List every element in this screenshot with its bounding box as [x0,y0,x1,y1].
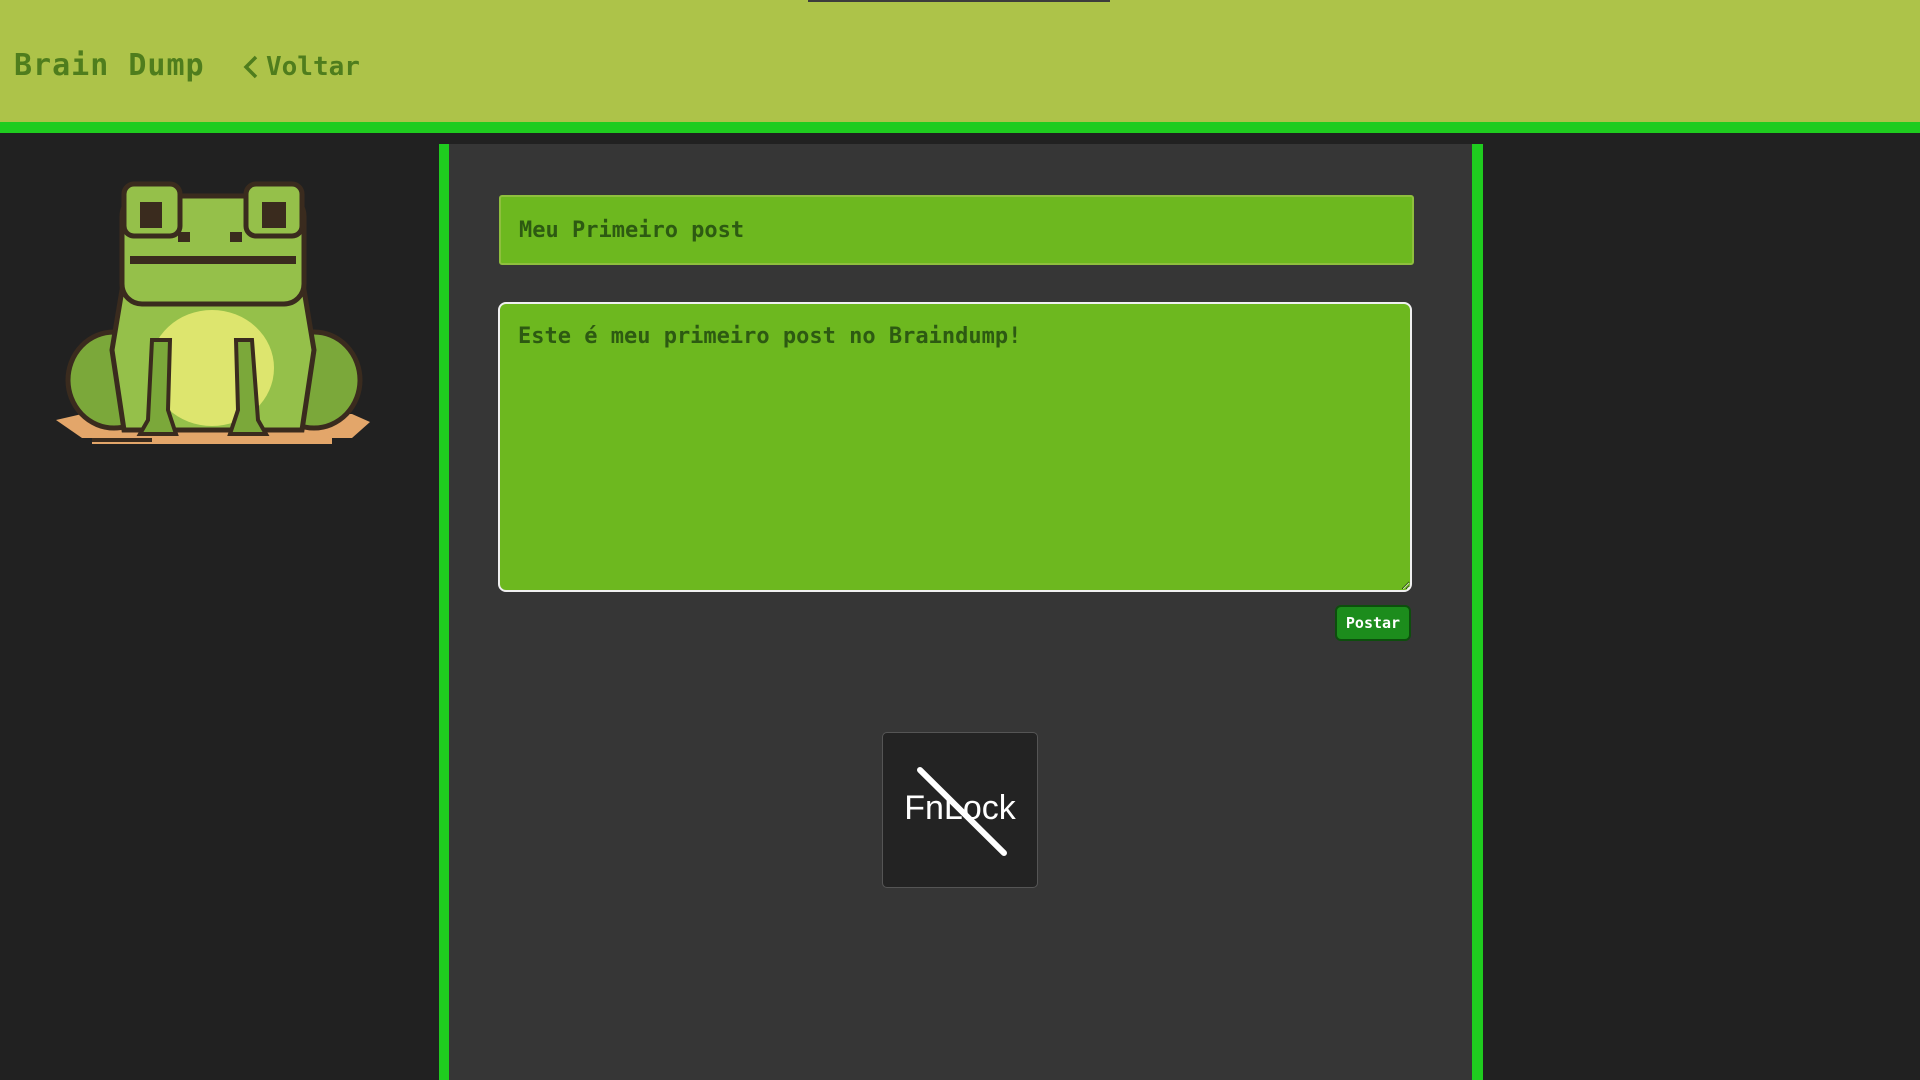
back-link[interactable]: Voltar [240,52,360,82]
top-scroll-indicator [808,0,1110,2]
frog-mascot-image [56,181,370,444]
chevron-left-icon [243,55,258,79]
main-content [449,144,1472,1080]
right-sidebar [1483,144,1920,1080]
post-title-input[interactable] [499,195,1414,265]
left-divider [439,144,449,1080]
right-divider [1472,144,1483,1080]
post-submit-button[interactable]: Postar [1335,605,1411,641]
header-bar: Brain Dump Voltar [0,0,1920,133]
back-link-label: Voltar [266,52,360,82]
post-body-textarea[interactable]: Este é meu primeiro post no Braindump! [498,302,1412,592]
fnlock-overlay: FnLock [882,732,1038,888]
brand-title[interactable]: Brain Dump [14,48,205,83]
fnlock-disabled-icon [917,767,1007,856]
